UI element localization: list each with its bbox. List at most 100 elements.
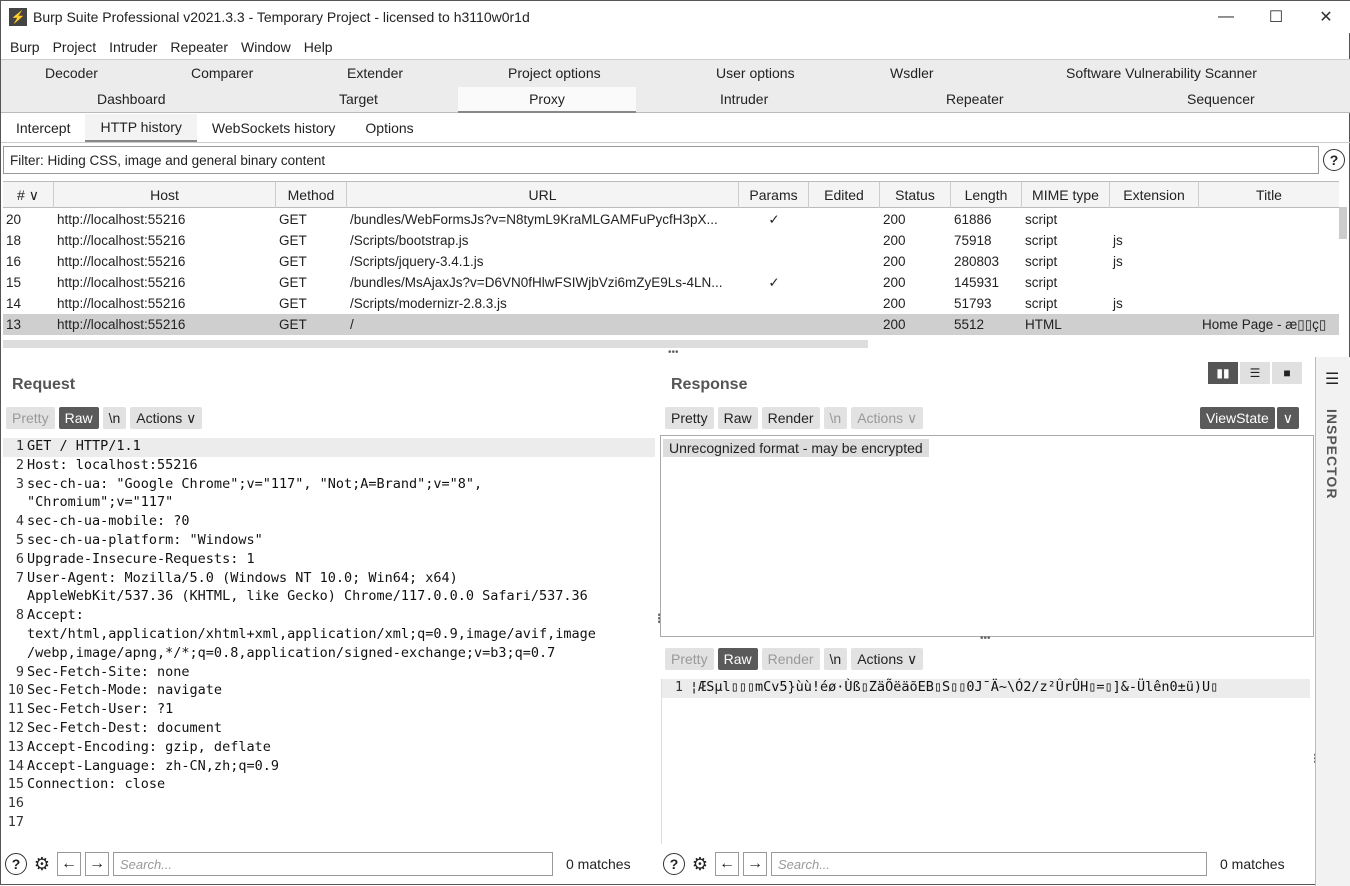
close-icon[interactable]: ✕ (1301, 1, 1350, 33)
response-raw-raw-button[interactable]: Raw (717, 648, 758, 670)
col-params[interactable]: Params (739, 182, 809, 208)
menu-help[interactable]: Help (304, 39, 333, 55)
tab-intercept[interactable]: Intercept (1, 114, 85, 142)
table-horizontal-scrollbar[interactable] (3, 340, 868, 348)
tab-options[interactable]: Options (350, 114, 428, 142)
request-prev-arrow-icon[interactable]: ← (57, 852, 81, 876)
tab-project-options[interactable]: Project options (508, 65, 601, 81)
minimize-icon[interactable]: — (1201, 1, 1251, 33)
tab-intruder[interactable]: Intruder (720, 91, 768, 107)
response-pretty-button[interactable]: Pretty (665, 407, 714, 429)
cell-num: 18 (6, 233, 22, 248)
cell-ext: js (1113, 296, 1123, 311)
request-pretty-button[interactable]: Pretty (6, 407, 55, 429)
request-gear-icon[interactable]: ⚙ (31, 853, 53, 875)
tab-http-history[interactable]: HTTP history (85, 113, 197, 142)
menu-lines-icon[interactable]: ☰ (1325, 369, 1339, 389)
inspector-label[interactable]: INSPECTOR (1324, 409, 1340, 499)
tab-websockets-history[interactable]: WebSockets history (197, 114, 350, 142)
split-rows-icon[interactable]: ☰ (1240, 362, 1270, 384)
col-number[interactable]: # ∨ (3, 182, 54, 208)
col-title[interactable]: Title (1199, 182, 1339, 208)
split-columns-icon[interactable]: ▮▮ (1208, 362, 1238, 384)
response-splitter-icon[interactable]: ••• (980, 633, 991, 644)
request-raw-button[interactable]: Raw (58, 407, 99, 429)
proxy-sub-tabs: Intercept HTTP history WebSockets histor… (1, 113, 1350, 143)
table-row[interactable]: 13 http://localhost:55216 GET / 200 5512 HTML H… (3, 314, 1339, 335)
tab-user-options[interactable]: User options (716, 65, 795, 81)
col-extension[interactable]: Extension (1110, 182, 1199, 208)
request-next-arrow-icon[interactable]: → (85, 852, 109, 876)
response-prev-arrow-icon[interactable]: ← (715, 852, 739, 876)
response-raw-editor[interactable]: 1 ¦ÆSµl▯▯▯mCv5}ùù!éø·Ùß▯ZäÕëäõEB▯S▯▯0J¯Ä… (661, 679, 1311, 844)
inspector-sidebar[interactable]: ☰ INSPECTOR (1315, 357, 1350, 886)
menu-window[interactable]: Window (241, 39, 291, 55)
response-gear-icon[interactable]: ⚙ (689, 853, 711, 875)
tab-target[interactable]: Target (339, 91, 378, 107)
request-help-icon[interactable]: ? (5, 853, 27, 875)
request-actions-button[interactable]: Actions ∨ (130, 407, 203, 429)
col-length[interactable]: Length (951, 182, 1022, 208)
col-mime-type[interactable]: MIME type (1022, 182, 1110, 208)
cell-url: /Scripts/modernizr-2.8.3.js (350, 296, 507, 311)
response-help-icon[interactable]: ? (663, 853, 685, 875)
response-match-count: 0 matches (1220, 856, 1285, 872)
request-search-bar: ? ⚙ ← → Search... 0 matches (5, 852, 631, 876)
response-search-input[interactable]: Search... (771, 852, 1207, 876)
table-row[interactable]: 16 http://localhost:55216 GET/Scripts/jque… (3, 251, 1339, 272)
response-title: Response (671, 376, 748, 393)
request-newline-button[interactable]: \n (102, 407, 127, 429)
tab-decoder[interactable]: Decoder (45, 65, 98, 81)
menu-repeater[interactable]: Repeater (170, 39, 228, 55)
line-number: 2 (15, 456, 24, 473)
cell-title (1199, 251, 1339, 272)
tab-proxy[interactable]: Proxy (458, 87, 636, 113)
request-search-input[interactable]: Search... (113, 852, 553, 876)
tab-extender[interactable]: Extender (347, 65, 403, 81)
tab-dashboard[interactable]: Dashboard (97, 91, 166, 107)
cell-method: GET (279, 296, 307, 311)
cell-edited (809, 209, 880, 230)
table-row[interactable]: 14 http://localhost:55216 GET/Scripts/mode… (3, 293, 1339, 314)
response-raw-pretty-button[interactable]: Pretty (665, 648, 714, 670)
tab-repeater[interactable]: Repeater (946, 91, 1004, 107)
request-editor[interactable]: 1 GET / HTTP/1.1 2 Host: localhost:55216 3 se… (3, 438, 655, 843)
menu-project[interactable]: Project (53, 39, 97, 55)
response-raw-newline-button[interactable]: \n (823, 648, 848, 670)
tab-wsdler[interactable]: Wsdler (890, 65, 934, 81)
menu-burp[interactable]: Burp (10, 39, 40, 55)
table-row[interactable]: 20 http://localhost:55216 GET/bundles/WebF… (3, 209, 1339, 230)
col-host[interactable]: Host (54, 182, 276, 208)
table-vertical-scrollbar[interactable] (1339, 207, 1347, 239)
response-raw-button[interactable]: Raw (717, 407, 758, 429)
tab-sequencer[interactable]: Sequencer (1187, 91, 1255, 107)
tab-comparer[interactable]: Comparer (191, 65, 253, 81)
filter-bar[interactable]: Filter: Hiding CSS, image and general bi… (3, 146, 1319, 174)
http-history-table: # ∨ Host Method URL Params Edited Status… (3, 181, 1339, 349)
chevron-down-icon[interactable]: ∨ (1276, 407, 1300, 429)
response-newline-button[interactable]: \n (823, 407, 848, 429)
help-icon[interactable]: ? (1323, 149, 1345, 171)
splitter-handle-icon[interactable]: ••• (668, 347, 679, 358)
col-method[interactable]: Method (276, 182, 347, 208)
response-render-button[interactable]: Render (761, 407, 820, 429)
menu-intruder[interactable]: Intruder (109, 39, 157, 55)
request-line: 17 (3, 814, 27, 833)
table-row[interactable]: 18 http://localhost:55216 GET/Scripts/boot… (3, 230, 1339, 251)
col-edited[interactable]: Edited (809, 182, 880, 208)
response-raw-render-button[interactable]: Render (761, 648, 820, 670)
maximize-icon[interactable]: ☐ (1251, 1, 1301, 33)
cell-edited (809, 251, 880, 272)
cell-method: GET (279, 233, 307, 248)
cell-ext: js (1113, 254, 1123, 269)
response-next-arrow-icon[interactable]: → (743, 852, 767, 876)
col-status[interactable]: Status (880, 182, 951, 208)
col-url[interactable]: URL (347, 182, 739, 208)
response-raw-actions-button[interactable]: Actions ∨ (851, 648, 924, 670)
response-actions-button[interactable]: Actions ∨ (851, 407, 924, 429)
viewstate-tab[interactable]: ViewState (1200, 407, 1275, 429)
cell-num: 16 (6, 254, 22, 269)
tab-software-vulnerability-scanner[interactable]: Software Vulnerability Scanner (1066, 65, 1257, 81)
table-row[interactable]: 15 http://localhost:55216 GET/bundles/MsAj… (3, 272, 1339, 293)
single-pane-icon[interactable]: ■ (1272, 362, 1302, 384)
